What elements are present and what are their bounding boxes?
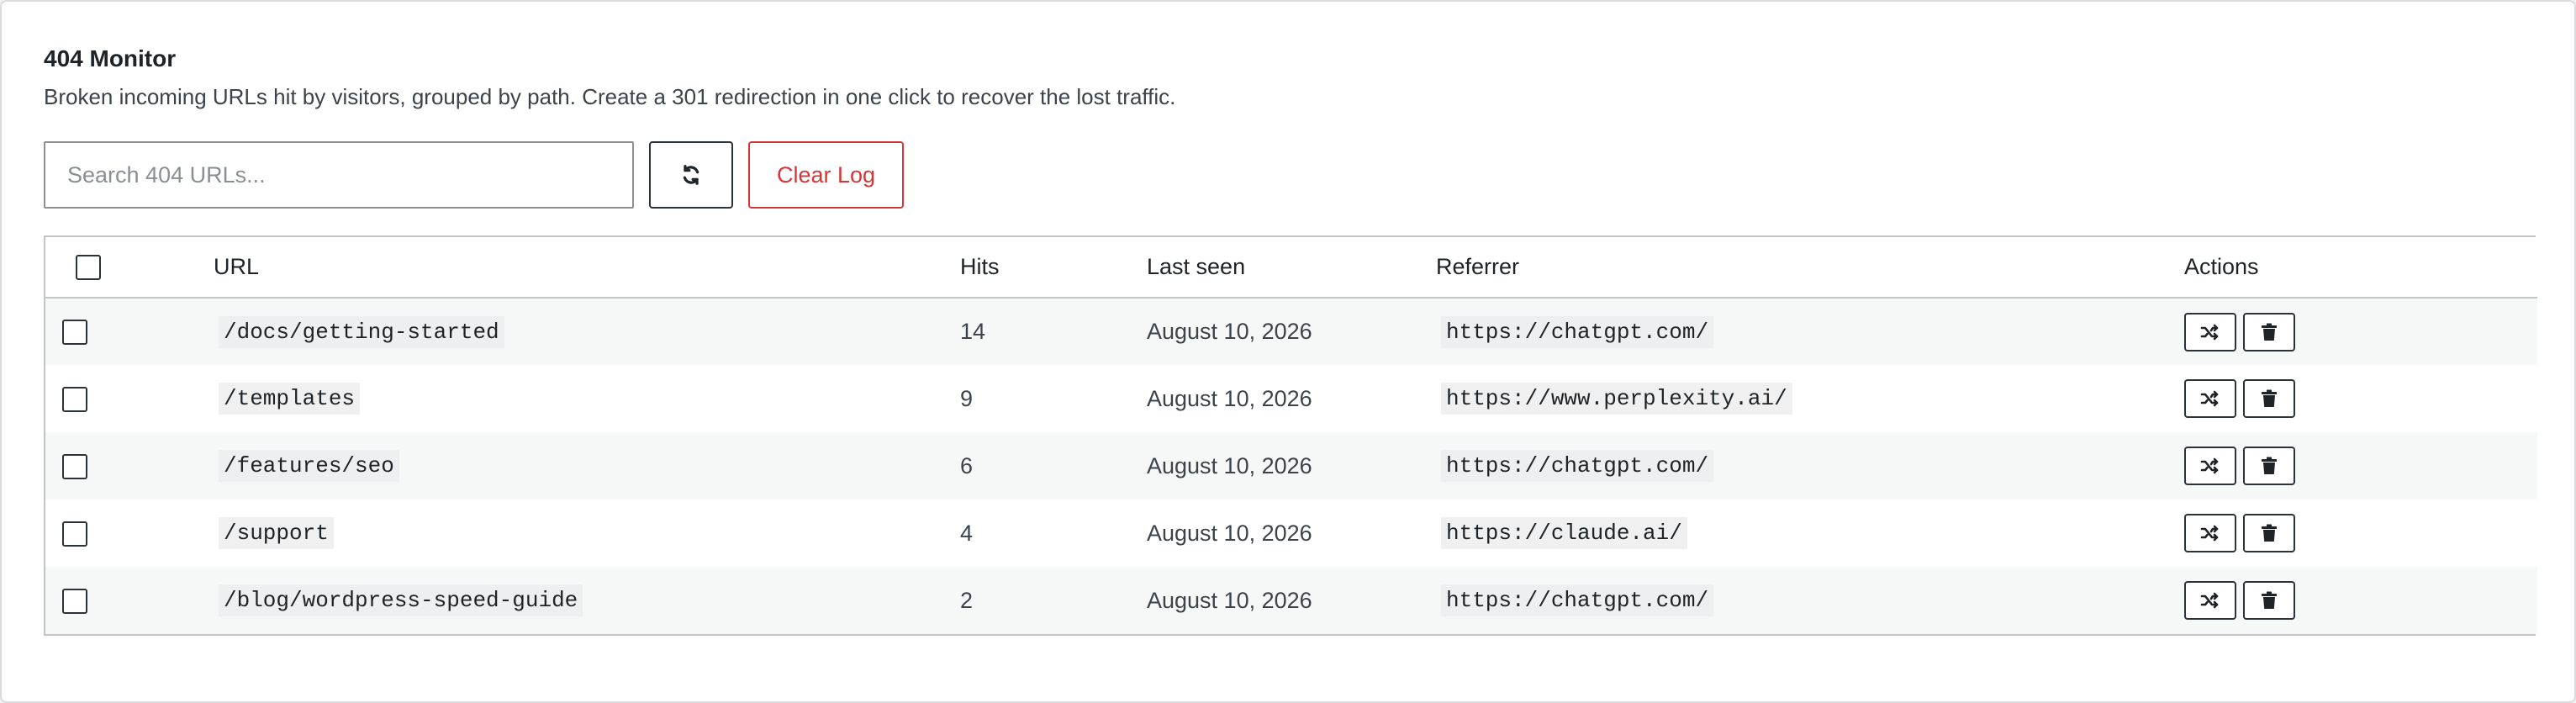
table-row: /features/seo 6 August 10, 2026 https://… (45, 432, 2537, 500)
row-checkbox[interactable] (62, 453, 87, 479)
delete-button[interactable] (2243, 312, 2295, 352)
row-url[interactable]: /docs/getting-started (219, 315, 504, 348)
row-last-seen: August 10, 2026 (1147, 385, 1312, 411)
row-hits: 4 (960, 520, 974, 546)
row-url[interactable]: /blog/wordpress-speed-guide (219, 584, 583, 616)
redirect-shuffle-icon (2200, 457, 2219, 474)
row-referrer: https://chatgpt.com/ (1441, 450, 1714, 482)
row-url[interactable]: /support (219, 517, 334, 549)
redirect-shuffle-icon (2200, 324, 2219, 340)
refresh-icon (683, 165, 699, 185)
row-last-seen: August 10, 2026 (1147, 452, 1312, 478)
toolbar: Clear Log (44, 141, 905, 209)
refresh-button[interactable] (649, 141, 733, 209)
row-hits: 6 (960, 452, 974, 478)
select-all-checkbox[interactable] (76, 255, 101, 281)
page-title: 404 Monitor (44, 45, 177, 71)
row-checkbox[interactable] (62, 386, 87, 412)
redirect-shuffle-icon (2200, 525, 2219, 542)
row-referrer: https://www.perplexity.ai/ (1441, 383, 1792, 415)
row-actions (2184, 379, 2537, 418)
row-referrer: https://claude.ai/ (1441, 517, 1687, 549)
column-header-url[interactable]: URL (214, 237, 960, 298)
redirect-shuffle-icon (2200, 390, 2219, 407)
row-url[interactable]: /features/seo (219, 450, 399, 482)
create-redirect-button[interactable] (2184, 447, 2236, 485)
page-description: Broken incoming URLs hit by visitors, gr… (44, 84, 1176, 109)
row-actions (2184, 447, 2537, 485)
table-header-row: URL Hits Last seen Referrer Actions (45, 237, 2537, 298)
create-redirect-button[interactable] (2184, 581, 2236, 620)
row-hits: 9 (960, 385, 974, 411)
row-hits: 14 (960, 319, 986, 344)
delete-button[interactable] (2243, 514, 2295, 552)
row-actions (2184, 581, 2537, 620)
row-referrer: https://chatgpt.com/ (1441, 315, 1714, 348)
log-table: URL Hits Last seen Referrer Actions /doc… (44, 235, 2537, 636)
column-header-actions: Actions (2184, 254, 2259, 279)
clear-log-button[interactable]: Clear Log (748, 141, 905, 209)
column-header-referrer[interactable]: Referrer (1436, 237, 2184, 298)
create-redirect-button[interactable] (2184, 379, 2236, 418)
row-actions (2184, 514, 2537, 552)
trash-icon (2262, 457, 2277, 474)
row-url[interactable]: /templates (219, 383, 361, 415)
column-header-last-seen[interactable]: Last seen (1147, 237, 1436, 298)
trash-icon (2262, 591, 2277, 609)
table-row: /blog/wordpress-speed-guide 2 August 10,… (45, 567, 2537, 634)
search-input[interactable] (44, 141, 634, 209)
row-checkbox[interactable] (62, 320, 87, 346)
create-redirect-button[interactable] (2184, 312, 2236, 352)
row-hits: 2 (960, 587, 974, 613)
table-row: /docs/getting-started 14 August 10, 2026… (45, 298, 2537, 365)
redirect-shuffle-icon (2200, 592, 2219, 609)
row-last-seen: August 10, 2026 (1147, 319, 1312, 344)
delete-button[interactable] (2243, 447, 2295, 485)
row-referrer: https://chatgpt.com/ (1441, 584, 1714, 616)
row-checkbox[interactable] (62, 521, 87, 547)
monitor-panel: 404 Monitor Broken incoming URLs hit by … (0, 0, 2576, 703)
table-row: /templates 9 August 10, 2026 https://www… (45, 365, 2537, 432)
row-checkbox[interactable] (62, 588, 87, 614)
trash-icon (2262, 389, 2277, 407)
delete-button[interactable] (2243, 379, 2295, 418)
table-row: /support 4 August 10, 2026 https://claud… (45, 500, 2537, 567)
column-header-hits[interactable]: Hits (960, 237, 1147, 298)
row-last-seen: August 10, 2026 (1147, 520, 1312, 546)
row-actions (2184, 312, 2537, 352)
create-redirect-button[interactable] (2184, 514, 2236, 552)
trash-icon (2262, 323, 2277, 341)
trash-icon (2262, 524, 2277, 542)
row-last-seen: August 10, 2026 (1147, 587, 1312, 613)
delete-button[interactable] (2243, 581, 2295, 620)
